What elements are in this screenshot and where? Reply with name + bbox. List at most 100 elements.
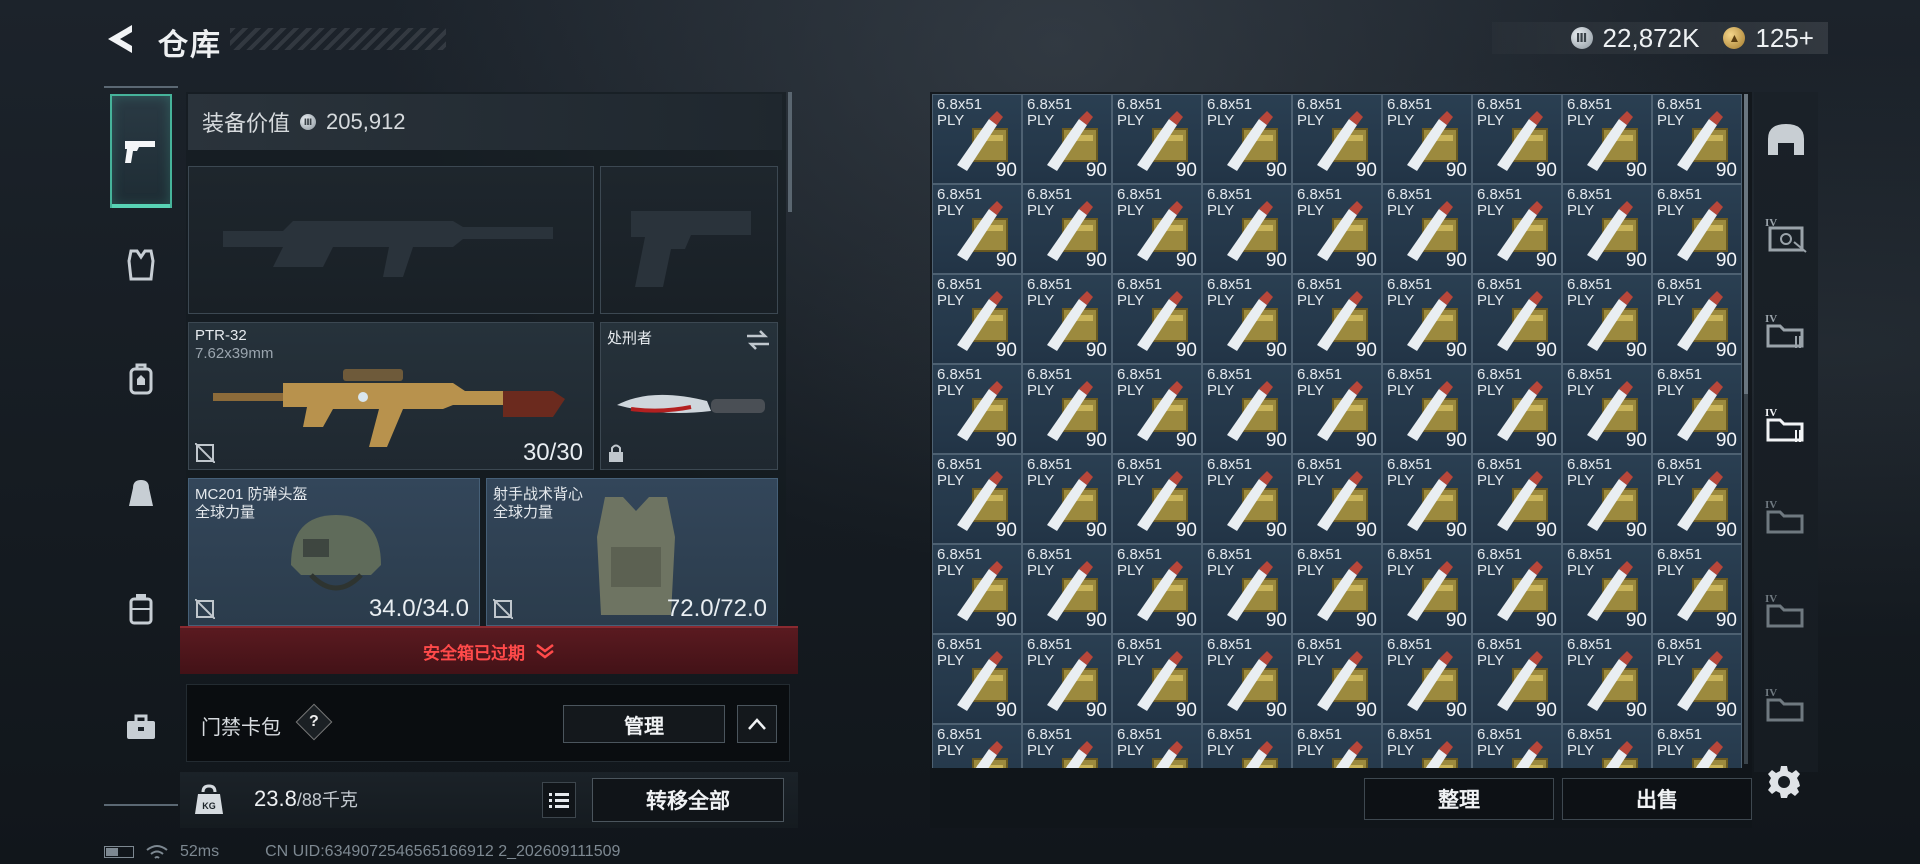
storage-item-cell[interactable]: 6.8x51PLY90 — [1292, 544, 1382, 634]
storage-item-cell[interactable]: 6.8x51PLY90 — [1562, 634, 1652, 724]
storage-item-cell[interactable]: 6.8x51PLY90 — [1562, 454, 1652, 544]
storage-item-cell[interactable]: 6.8x51PLY90 — [932, 634, 1022, 724]
storage-item-cell[interactable]: 6.8x51PLY90 — [1292, 364, 1382, 454]
back-button[interactable] — [104, 22, 138, 56]
storage-item-cell[interactable]: 6.8x51PLY90 — [1022, 634, 1112, 724]
tab-helmet-storage[interactable] — [1762, 116, 1810, 164]
storage-item-cell[interactable]: 6.8x51PLY90 — [1562, 364, 1652, 454]
melee-slot[interactable]: 处刑者 — [600, 322, 778, 470]
storage-item-cell[interactable]: 6.8x51PLY90 — [1292, 454, 1382, 544]
storage-item-cell[interactable]: 6.8x51PLY90 — [1112, 364, 1202, 454]
storage-item-cell[interactable]: 6.8x51PLY90 — [1382, 454, 1472, 544]
storage-item-cell[interactable]: 6.8x51PLY90 — [932, 274, 1022, 364]
storage-item-cell[interactable]: 6.8x51PLY90 — [1112, 184, 1202, 274]
nav-container[interactable] — [112, 580, 170, 638]
storage-item-cell[interactable]: 6.8x51PLY90 — [1202, 184, 1292, 274]
storage-item-cell[interactable]: 6.8x51PLY90 — [1202, 274, 1292, 364]
swap-icon[interactable] — [745, 329, 771, 351]
sell-button[interactable]: 出售 — [1562, 778, 1752, 820]
nav-backpack[interactable] — [112, 350, 170, 408]
secondary-weapon-empty-slot[interactable] — [600, 166, 778, 314]
storage-item-cell[interactable]: 6.8x51PLY90 — [932, 184, 1022, 274]
list-view-button[interactable] — [542, 782, 576, 818]
storage-item-cell[interactable]: 6.8x51PLY90 — [1022, 454, 1112, 544]
storage-item-cell[interactable]: 6.8x51PLY90 — [932, 364, 1022, 454]
storage-item-cell[interactable]: 6.8x51PLY90 — [1202, 724, 1292, 768]
storage-item-cell[interactable]: 6.8x51PLY90 — [1022, 184, 1112, 274]
storage-item-cell[interactable]: 6.8x51PLY90 — [1292, 94, 1382, 184]
storage-item-cell[interactable]: 6.8x51PLY90 — [1562, 724, 1652, 768]
primary-weapon-slot[interactable]: PTR-32 7.62x39mm 30/30 — [188, 322, 594, 470]
storage-item-cell[interactable]: 6.8x51PLY90 — [1382, 364, 1472, 454]
loadout-scrollbar[interactable] — [788, 92, 792, 212]
settings-button[interactable] — [1762, 760, 1806, 804]
storage-item-cell[interactable]: 6.8x51PLY90 — [1112, 454, 1202, 544]
storage-item-cell[interactable]: 6.8x51PLY90 — [1112, 634, 1202, 724]
storage-item-cell[interactable]: 6.8x51PLY90 — [1652, 724, 1742, 768]
storage-item-cell[interactable]: 6.8x51PLY90 — [1382, 184, 1472, 274]
tab-safe-box[interactable]: IV — [1762, 210, 1810, 258]
storage-item-cell[interactable]: 6.8x51PLY90 — [932, 454, 1022, 544]
tab-storage-3[interactable]: IV — [1762, 492, 1810, 540]
storage-item-cell[interactable]: 6.8x51PLY90 — [1562, 94, 1652, 184]
storage-item-cell[interactable]: 6.8x51PLY90 — [1292, 634, 1382, 724]
storage-item-cell[interactable]: 6.8x51PLY90 — [1202, 94, 1292, 184]
storage-item-cell[interactable]: 6.8x51PLY90 — [1472, 184, 1562, 274]
storage-item-cell[interactable]: 6.8x51PLY90 — [1472, 634, 1562, 724]
storage-item-cell[interactable]: 6.8x51PLY90 — [1022, 364, 1112, 454]
help-button[interactable]: ? — [295, 703, 333, 741]
sort-button[interactable]: 整理 — [1364, 778, 1554, 820]
storage-item-cell[interactable]: 6.8x51PLY90 — [1292, 724, 1382, 768]
storage-item-cell[interactable]: 6.8x51PLY90 — [1652, 454, 1742, 544]
storage-item-cell[interactable]: 6.8x51PLY90 — [1652, 274, 1742, 364]
storage-item-cell[interactable]: 6.8x51PLY90 — [1112, 544, 1202, 634]
storage-item-cell[interactable]: 6.8x51PLY90 — [1652, 94, 1742, 184]
safe-box-expired-bar[interactable]: 安全箱已过期 — [180, 626, 798, 674]
storage-item-cell[interactable]: 6.8x51PLY90 — [1022, 274, 1112, 364]
storage-item-cell[interactable]: 6.8x51PLY90 — [1562, 274, 1652, 364]
storage-item-cell[interactable]: 6.8x51PLY90 — [1112, 94, 1202, 184]
tab-storage-5[interactable]: IV — [1762, 680, 1810, 728]
manage-button[interactable]: 管理 — [563, 705, 725, 743]
nav-bag[interactable] — [112, 464, 170, 522]
vest-slot[interactable]: 射手战术背心 全球力量 72.0/72.0 — [486, 478, 778, 626]
storage-item-cell[interactable]: 6.8x51PLY90 — [1472, 544, 1562, 634]
primary-weapon-empty-slot[interactable] — [188, 166, 594, 314]
storage-scrollbar[interactable] — [1744, 94, 1748, 764]
storage-item-cell[interactable]: 6.8x51PLY90 — [1022, 94, 1112, 184]
storage-item-cell[interactable]: 6.8x51PLY90 — [1022, 724, 1112, 768]
storage-item-cell[interactable]: 6.8x51PLY90 — [1472, 274, 1562, 364]
storage-item-cell[interactable]: 6.8x51PLY90 — [932, 94, 1022, 184]
collapse-button[interactable] — [737, 705, 777, 743]
storage-item-cell[interactable]: 6.8x51PLY90 — [1202, 364, 1292, 454]
storage-item-cell[interactable]: 6.8x51PLY90 — [1382, 724, 1472, 768]
storage-item-cell[interactable]: 6.8x51PLY90 — [1652, 634, 1742, 724]
nav-armor[interactable] — [112, 236, 170, 294]
storage-item-cell[interactable]: 6.8x51PLY90 — [1652, 184, 1742, 274]
storage-item-cell[interactable]: 6.8x51PLY90 — [1652, 364, 1742, 454]
storage-item-cell[interactable]: 6.8x51PLY90 — [1472, 94, 1562, 184]
transfer-all-button[interactable]: 转移全部 — [592, 778, 784, 822]
storage-item-cell[interactable]: 6.8x51PLY90 — [1472, 364, 1562, 454]
storage-item-cell[interactable]: 6.8x51PLY90 — [1562, 184, 1652, 274]
storage-item-cell[interactable]: 6.8x51PLY90 — [1472, 724, 1562, 768]
storage-item-cell[interactable]: 6.8x51PLY90 — [932, 724, 1022, 768]
storage-item-cell[interactable]: 6.8x51PLY90 — [1382, 94, 1472, 184]
nav-weapons[interactable] — [110, 94, 172, 208]
storage-item-cell[interactable]: 6.8x51PLY90 — [1202, 454, 1292, 544]
storage-item-cell[interactable]: 6.8x51PLY90 — [932, 544, 1022, 634]
storage-item-cell[interactable]: 6.8x51PLY90 — [1202, 544, 1292, 634]
storage-item-cell[interactable]: 6.8x51PLY90 — [1292, 184, 1382, 274]
storage-item-cell[interactable]: 6.8x51PLY90 — [1382, 544, 1472, 634]
storage-item-cell[interactable]: 6.8x51PLY90 — [1292, 274, 1382, 364]
storage-item-cell[interactable]: 6.8x51PLY90 — [1472, 454, 1562, 544]
storage-item-cell[interactable]: 6.8x51PLY90 — [1562, 544, 1652, 634]
tab-storage-2-active[interactable]: IV — [1762, 400, 1810, 448]
storage-item-cell[interactable]: 6.8x51PLY90 — [1382, 274, 1472, 364]
helmet-slot[interactable]: MC201 防弹头盔 全球力量 34.0/34.0 — [188, 478, 480, 626]
storage-item-cell[interactable]: 6.8x51PLY90 — [1112, 274, 1202, 364]
storage-item-cell[interactable]: 6.8x51PLY90 — [1022, 544, 1112, 634]
storage-item-cell[interactable]: 6.8x51PLY90 — [1202, 634, 1292, 724]
storage-item-cell[interactable]: 6.8x51PLY90 — [1112, 724, 1202, 768]
storage-item-cell[interactable]: 6.8x51PLY90 — [1382, 634, 1472, 724]
